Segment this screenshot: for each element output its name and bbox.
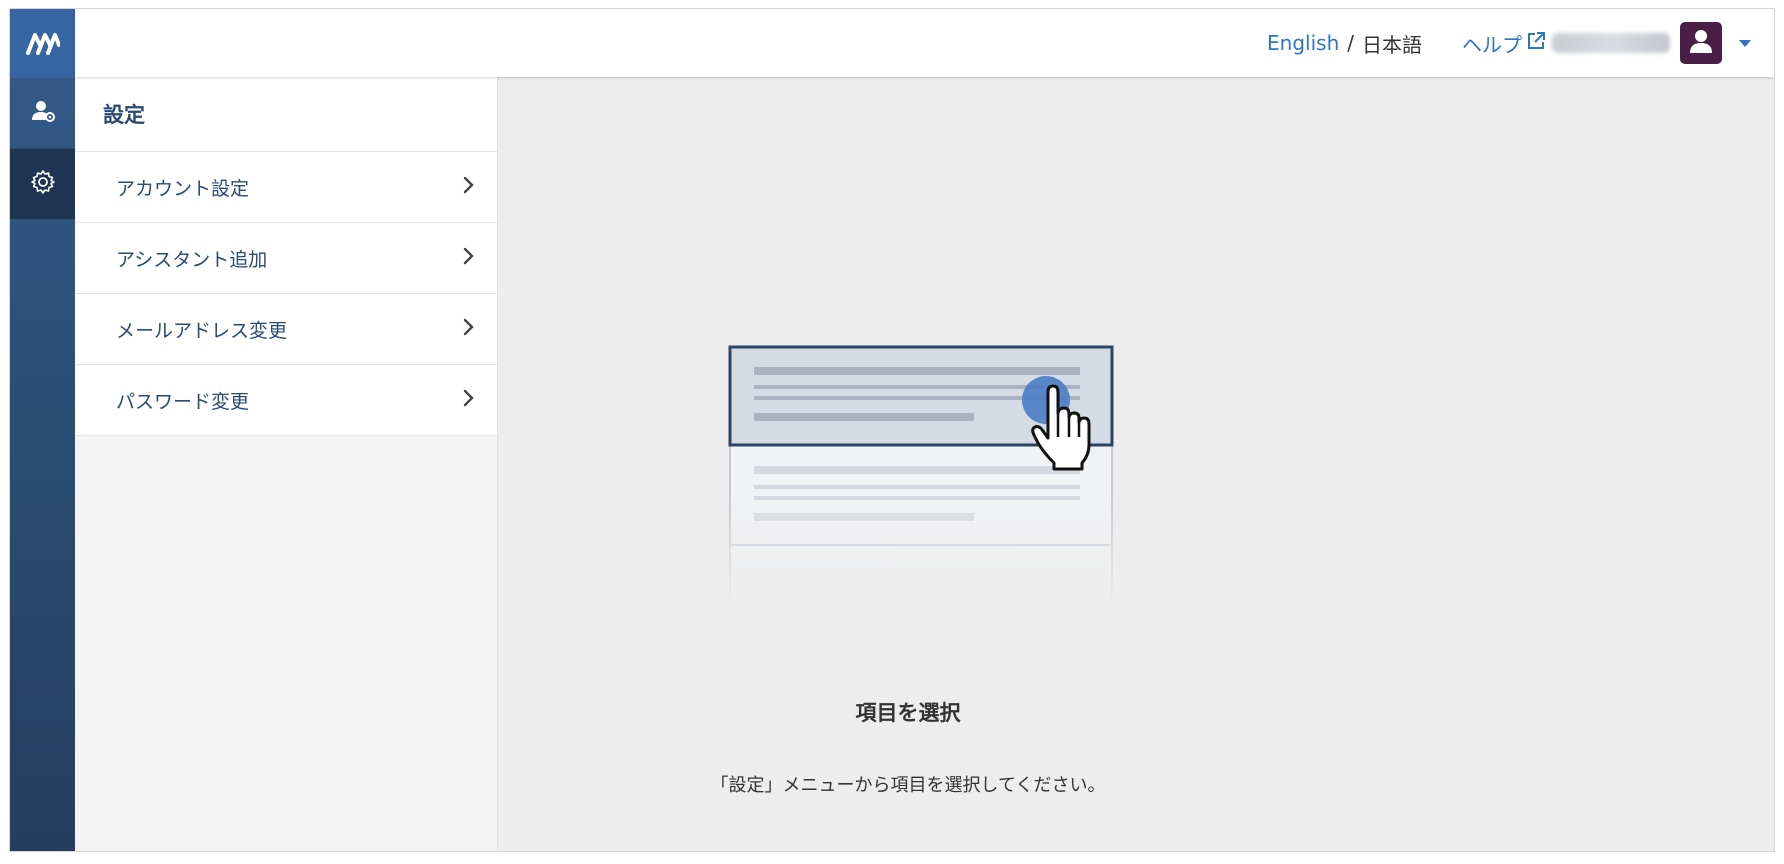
- nav-settings[interactable]: [10, 148, 75, 219]
- menu-item-label: メールアドレス変更: [116, 319, 288, 342]
- caret-down-icon[interactable]: [1738, 38, 1752, 48]
- logo-icon[interactable]: [10, 9, 75, 77]
- top-header: English / 日本語 ヘルプ: [75, 9, 1774, 77]
- language-separator: /: [1347, 31, 1354, 55]
- main-content: 項目を選択 「設定」メニューから項目を選択してください。: [498, 77, 1774, 851]
- empty-state-description: 「設定」メニューから項目を選択してください。: [710, 775, 1106, 796]
- language-japanese-current: 日本語: [1362, 32, 1422, 57]
- panel-title: 設定: [75, 77, 497, 152]
- person-icon: [1688, 28, 1714, 59]
- menu-item-label: パスワード変更: [116, 390, 250, 413]
- menu-item-change-password[interactable]: パスワード変更: [75, 365, 497, 436]
- empty-state-title: 項目を選択: [855, 701, 961, 725]
- menu-item-label: アカウント設定: [116, 177, 250, 200]
- help-label: ヘルプ: [1462, 32, 1522, 57]
- user-name-blurred: [1552, 33, 1670, 53]
- menu-item-account-settings[interactable]: アカウント設定: [75, 152, 497, 223]
- chevron-right-icon: [463, 389, 475, 412]
- select-item-illustration: [728, 345, 1118, 609]
- settings-panel: 設定 アカウント設定 アシスタント追加 メールアドレス変更 パスワード変更: [75, 77, 498, 851]
- app-window: English / 日本語 ヘルプ 設定 アカウント設定 アシスタント追加 メー…: [9, 8, 1775, 852]
- help-link[interactable]: ヘルプ: [1462, 29, 1546, 58]
- nav-user-settings[interactable]: [10, 77, 75, 148]
- gear-icon: [30, 169, 56, 199]
- menu-item-label: アシスタント追加: [116, 248, 268, 271]
- chevron-right-icon: [463, 247, 475, 270]
- user-settings-icon: [30, 98, 56, 128]
- chevron-right-icon: [463, 318, 475, 341]
- menu-item-add-assistant[interactable]: アシスタント追加: [75, 223, 497, 294]
- chevron-right-icon: [463, 176, 475, 199]
- nav-rail: [10, 9, 75, 851]
- external-link-icon: [1522, 31, 1546, 56]
- avatar[interactable]: [1680, 22, 1722, 64]
- language-english-link[interactable]: English: [1267, 31, 1339, 55]
- menu-item-change-email[interactable]: メールアドレス変更: [75, 294, 497, 365]
